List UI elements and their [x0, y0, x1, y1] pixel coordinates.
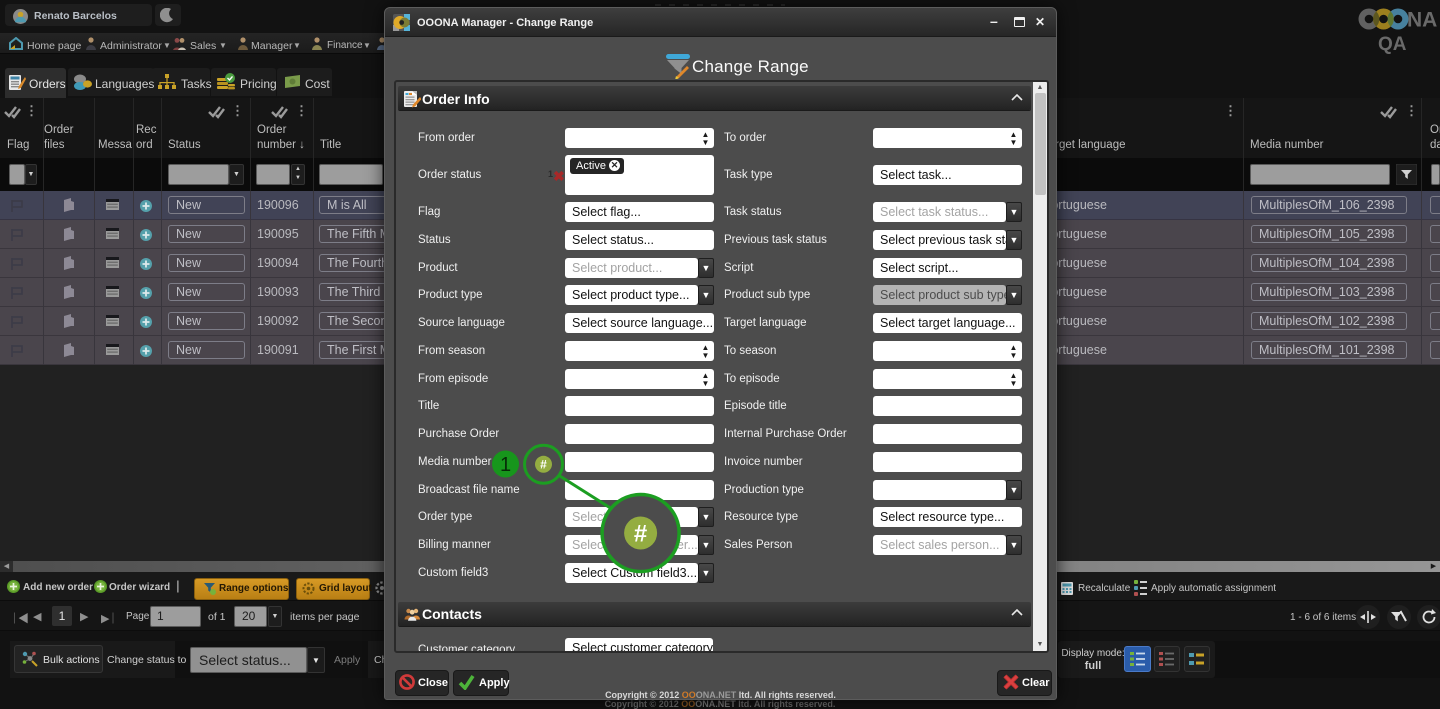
svg-text:#: #: [634, 521, 647, 548]
svg-text:1: 1: [500, 454, 511, 476]
svg-text:#: #: [540, 458, 547, 472]
